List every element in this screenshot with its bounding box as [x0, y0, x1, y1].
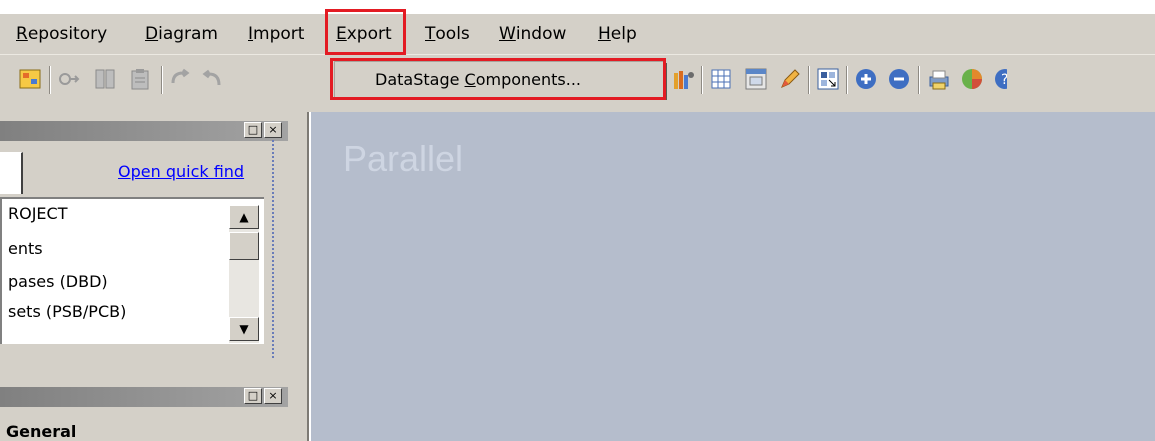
svg-text:?: ? [1001, 72, 1007, 88]
repository-tab[interactable] [0, 152, 23, 194]
toolbar-clipboard-icon[interactable] [128, 67, 152, 91]
menu-repository[interactable]: Repository [16, 22, 107, 46]
toolbar-layout-icon[interactable] [816, 67, 840, 91]
restore-icon[interactable]: □ [244, 388, 262, 404]
zoom-out-icon[interactable] [887, 67, 911, 91]
open-quick-find-link[interactable]: Open quick find [118, 162, 244, 181]
tree-item[interactable]: sets (PSB/PCB) [8, 301, 126, 323]
toolbar-redo-icon[interactable] [200, 67, 224, 91]
toolbar-pencil-icon[interactable] [778, 67, 802, 91]
toolbar-print-icon[interactable] [927, 67, 951, 91]
menu-export[interactable]: Export [336, 22, 392, 46]
tree-item[interactable]: pases (DBD) [8, 271, 108, 293]
tree-item[interactable]: ents [8, 238, 43, 260]
toolbar-undo-icon[interactable] [168, 67, 192, 91]
toolbar-link-icon[interactable] [57, 67, 81, 91]
export-dropdown-menu: DataStage Components... [334, 61, 665, 98]
zoom-in-icon[interactable] [854, 67, 878, 91]
scroll-down-icon[interactable]: ▼ [229, 317, 259, 341]
toolbar-columns-icon[interactable] [93, 67, 117, 91]
menu-bar: Repository Diagram Import Export Tools W… [0, 0, 1155, 58]
menu-tools[interactable]: Tools [425, 22, 470, 46]
menu-window[interactable]: Window [499, 22, 566, 46]
panel-splitter[interactable] [272, 140, 286, 358]
menu-item-datastage-components[interactable]: DataStage Components... [338, 65, 661, 94]
properties-tab-general[interactable]: General [0, 421, 288, 441]
canvas-title: Parallel [343, 138, 464, 179]
tree-item[interactable]: ROJECT [8, 203, 67, 225]
toolbar-table-icon[interactable] [709, 67, 733, 91]
toolbar-grid-icon[interactable] [18, 67, 42, 91]
pie-chart-icon[interactable] [960, 67, 984, 91]
close-icon[interactable]: × [264, 122, 282, 138]
repository-tree: ROJECT ents pases (DBD) sets (PSB/PCB) [0, 197, 264, 344]
tree-vertical-scrollbar[interactable]: ▲ ▼ [229, 205, 259, 343]
menu-diagram[interactable]: Diagram [145, 22, 218, 46]
toolbar-palette-icon[interactable] [672, 67, 696, 91]
scroll-up-icon[interactable]: ▲ [229, 205, 259, 229]
close-icon[interactable]: × [264, 388, 282, 404]
toolbar-window-icon[interactable] [744, 67, 768, 91]
restore-icon[interactable]: □ [244, 122, 262, 138]
scroll-thumb[interactable] [229, 232, 259, 260]
menu-import[interactable]: Import [248, 22, 304, 46]
menu-help[interactable]: Help [598, 22, 637, 46]
help-icon[interactable]: ? [993, 67, 1007, 91]
